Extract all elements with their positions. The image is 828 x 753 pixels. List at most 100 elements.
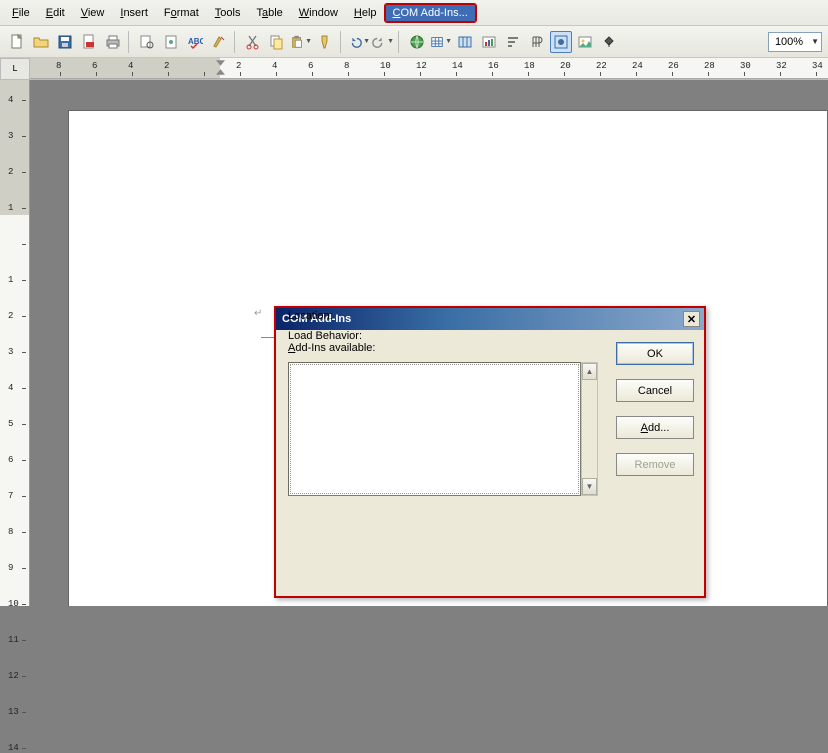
dialog-info-area: Location: Load Behavior: xyxy=(288,310,362,350)
print-icon[interactable] xyxy=(102,31,124,53)
work-area: 43211234567891011121314 ↵ COM Add-Ins ✕ … xyxy=(0,80,828,606)
hruler-number: 20 xyxy=(560,61,571,71)
vruler-number: 11 xyxy=(8,635,19,645)
hruler-number: 30 xyxy=(740,61,751,71)
vruler-number: 6 xyxy=(8,455,13,465)
gallery-icon[interactable] xyxy=(574,31,596,53)
nonprinting-chars-icon[interactable] xyxy=(526,31,548,53)
menu-format[interactable]: Format xyxy=(156,4,207,22)
menu-window[interactable]: Window xyxy=(291,4,346,22)
table-icon[interactable]: ▼ xyxy=(430,31,452,53)
open-icon[interactable] xyxy=(30,31,52,53)
menu-com-addins[interactable]: COM Add-Ins... xyxy=(385,4,476,22)
hruler-number: 6 xyxy=(92,61,97,71)
zoom-value: 100% xyxy=(775,36,803,48)
ruler-corner[interactable]: L xyxy=(0,58,30,80)
data-sources-icon[interactable] xyxy=(598,31,620,53)
hyperlink-icon[interactable] xyxy=(406,31,428,53)
load-behavior-label: Load Behavior: xyxy=(288,330,362,342)
vertical-ruler[interactable]: 43211234567891011121314 xyxy=(0,80,30,606)
export-pdf-icon[interactable] xyxy=(78,31,100,53)
hruler-number: 12 xyxy=(416,61,427,71)
menu-help[interactable]: Help xyxy=(346,4,385,22)
addins-listbox-wrap: ▲ ▼ xyxy=(288,362,598,496)
hruler-number: 28 xyxy=(704,61,715,71)
hruler-number: 18 xyxy=(524,61,535,71)
dropdown-arrow-icon[interactable]: ▼ xyxy=(387,38,394,45)
vruler-number: 2 xyxy=(8,167,13,177)
autoformat-icon[interactable] xyxy=(208,31,230,53)
navigator-icon[interactable] xyxy=(550,31,572,53)
vruler-number: 8 xyxy=(8,527,13,537)
dropdown-arrow-icon[interactable]: ▼ xyxy=(445,38,452,45)
chart-icon[interactable] xyxy=(478,31,500,53)
hruler-number: 6 xyxy=(308,61,313,71)
menu-tools[interactable]: Tools xyxy=(207,4,249,22)
hruler-number: 22 xyxy=(596,61,607,71)
zoom-combobox[interactable]: 100% ▼ xyxy=(768,32,822,52)
hruler-number: 16 xyxy=(488,61,499,71)
redo-icon[interactable]: ▼ xyxy=(372,31,394,53)
vruler-number: 13 xyxy=(8,707,19,717)
vruler-number: 3 xyxy=(8,131,13,141)
listbox-selection-outline xyxy=(290,364,579,494)
dropdown-arrow-icon[interactable]: ▼ xyxy=(811,37,819,46)
paragraph-mark-icon: ↵ xyxy=(254,308,262,319)
document-area[interactable]: ↵ COM Add-Ins ✕ Add-Ins available: ▲ ▼ xyxy=(30,80,828,606)
menu-bar: File Edit View Insert Format Tools Table… xyxy=(0,0,828,26)
toolbar-separator xyxy=(398,31,402,53)
menu-insert[interactable]: Insert xyxy=(112,4,156,22)
location-label: Location: xyxy=(288,310,362,322)
dialog-button-column: OK Cancel Add... Remove xyxy=(616,342,694,476)
hruler-number: 14 xyxy=(452,61,463,71)
cancel-button[interactable]: Cancel xyxy=(616,379,694,402)
ok-button[interactable]: OK xyxy=(616,342,694,365)
ruler-row: L 8642246810121416182022242628303234 xyxy=(0,58,828,80)
menu-table[interactable]: Table xyxy=(248,4,290,22)
menu-file[interactable]: File xyxy=(4,4,38,22)
menu-edit[interactable]: Edit xyxy=(38,4,73,22)
paste-icon[interactable]: ▼ xyxy=(290,31,312,53)
save-icon[interactable] xyxy=(54,31,76,53)
addins-listbox[interactable] xyxy=(288,362,581,496)
vruler-number: 7 xyxy=(8,491,13,501)
scroll-down-button[interactable]: ▼ xyxy=(582,478,597,495)
hruler-number: 32 xyxy=(776,61,787,71)
vruler-number: 4 xyxy=(8,383,13,393)
horizontal-ruler[interactable]: 8642246810121416182022242628303234 xyxy=(30,58,828,79)
print-preview-icon[interactable] xyxy=(136,31,158,53)
add-button[interactable]: Add... xyxy=(616,416,694,439)
copy-icon[interactable] xyxy=(266,31,288,53)
cut-icon[interactable] xyxy=(242,31,264,53)
menu-view[interactable]: View xyxy=(73,4,113,22)
hruler-number: 2 xyxy=(164,61,169,71)
new-document-icon[interactable] xyxy=(6,31,28,53)
vruler-number: 1 xyxy=(8,275,13,285)
hruler-number: 24 xyxy=(632,61,643,71)
hruler-number: 2 xyxy=(236,61,241,71)
dropdown-arrow-icon[interactable]: ▼ xyxy=(305,38,312,45)
hruler-number: 26 xyxy=(668,61,679,71)
scroll-up-button[interactable]: ▲ xyxy=(582,363,597,380)
listbox-scrollbar[interactable]: ▲ ▼ xyxy=(581,362,598,496)
close-icon: ✕ xyxy=(687,313,696,326)
spellcheck-icon[interactable]: ABC xyxy=(184,31,206,53)
undo-icon[interactable]: ▼ xyxy=(348,31,370,53)
vruler-number: 5 xyxy=(8,419,13,429)
indent-marker-icon[interactable] xyxy=(216,58,225,77)
format-paintbrush-icon[interactable] xyxy=(314,31,336,53)
hruler-number: 34 xyxy=(812,61,823,71)
vruler-number: 9 xyxy=(8,563,13,573)
dialog-body: Add-Ins available: ▲ ▼ OK Cancel Add... … xyxy=(276,330,704,368)
close-button[interactable]: ✕ xyxy=(683,311,700,327)
standard-toolbar: ABC ▼ ▼ ▼ ▼ 100% ▼ xyxy=(0,26,828,58)
vruler-number: 10 xyxy=(8,599,19,609)
vruler-number: 4 xyxy=(8,95,13,105)
menu-com-addins-label: OM Add-Ins... xyxy=(401,7,468,19)
columns-icon[interactable] xyxy=(454,31,476,53)
com-addins-dialog: COM Add-Ins ✕ Add-Ins available: ▲ ▼ xyxy=(274,306,706,598)
sort-icon[interactable] xyxy=(502,31,524,53)
hruler-number: 8 xyxy=(344,61,349,71)
dropdown-arrow-icon[interactable]: ▼ xyxy=(363,38,370,45)
page-setup-icon[interactable] xyxy=(160,31,182,53)
